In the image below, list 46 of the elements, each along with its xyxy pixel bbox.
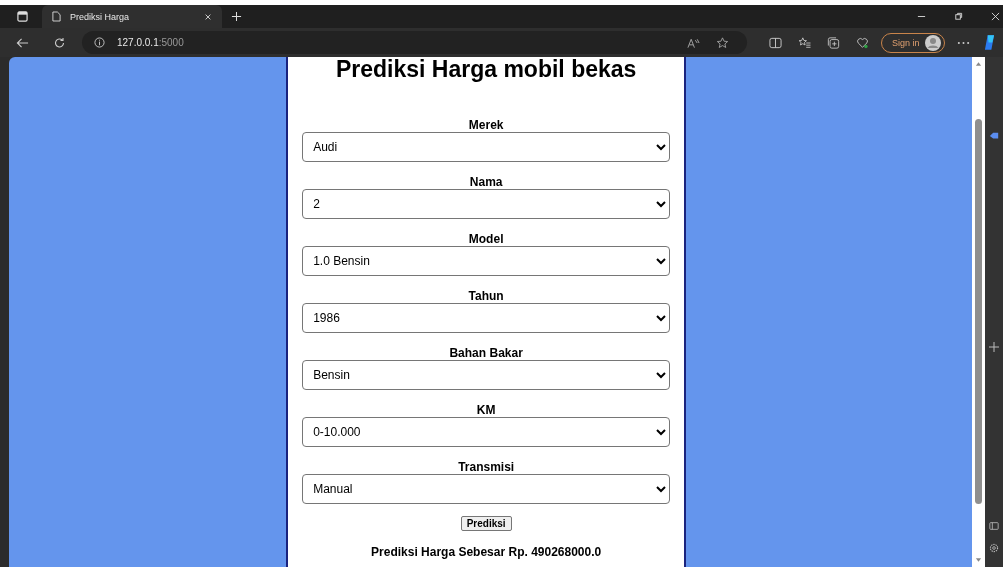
field-label: Bahan Bakar	[449, 346, 523, 360]
settings-icon[interactable]	[989, 543, 1000, 553]
field-label: Nama	[469, 175, 503, 189]
collections-icon[interactable]	[827, 36, 840, 49]
field-label: Tahun	[468, 289, 504, 303]
back-icon[interactable]	[16, 36, 29, 49]
info-icon[interactable]	[94, 37, 105, 48]
scroll-up-icon[interactable]	[975, 61, 983, 67]
add-icon[interactable]	[989, 342, 1000, 352]
address-bar[interactable]: 127.0.0.1:5000	[82, 31, 747, 54]
select-field[interactable]: Audi	[302, 132, 671, 162]
heart-icon[interactable]	[856, 36, 869, 49]
copilot-icon[interactable]	[983, 34, 995, 51]
avatar-icon	[924, 34, 941, 51]
new-tab-icon[interactable]	[231, 11, 242, 22]
restore-icon[interactable]	[954, 12, 963, 21]
read-aloud-icon[interactable]	[687, 36, 700, 49]
field-label: Merek	[468, 118, 504, 132]
scroll-down-icon[interactable]	[975, 557, 983, 563]
page-title: Prediksi Harga mobil bekas	[334, 57, 638, 84]
select-field[interactable]: 2	[302, 189, 671, 219]
tab-title: Prediksi Harga	[70, 11, 131, 22]
field-label: KM	[476, 403, 496, 417]
field-label: Model	[468, 232, 504, 246]
split-screen-icon[interactable]	[769, 36, 782, 49]
url-text: 127.0.0.1:5000	[117, 37, 184, 48]
result-text: Prediksi Harga Sebesar Rp. 490268000.0	[370, 545, 603, 559]
scroll-thumb[interactable]	[975, 119, 983, 504]
refresh-icon[interactable]	[53, 36, 66, 49]
favorites-icon[interactable]	[798, 36, 811, 49]
scrollbar[interactable]	[972, 57, 986, 567]
predict-button[interactable]: Prediksi	[460, 516, 512, 531]
page-icon	[52, 11, 61, 22]
select-field[interactable]: 0-10.000	[302, 417, 671, 447]
select-field[interactable]: Bensin	[302, 360, 671, 390]
select-field[interactable]: 1.0 Bensin	[302, 246, 671, 276]
browser-tab[interactable]: Prediksi Harga	[42, 5, 222, 28]
close-icon[interactable]	[204, 12, 212, 21]
close-window-icon[interactable]	[991, 12, 1000, 21]
tab-actions-icon[interactable]	[17, 11, 28, 22]
tag-icon[interactable]	[989, 131, 1000, 141]
select-field[interactable]: 1986	[302, 303, 671, 333]
select-field[interactable]: Manual	[302, 474, 671, 504]
field-label: Transmisi	[458, 460, 515, 474]
star-icon[interactable]	[716, 36, 729, 49]
sidebar-icon[interactable]	[989, 521, 1000, 531]
